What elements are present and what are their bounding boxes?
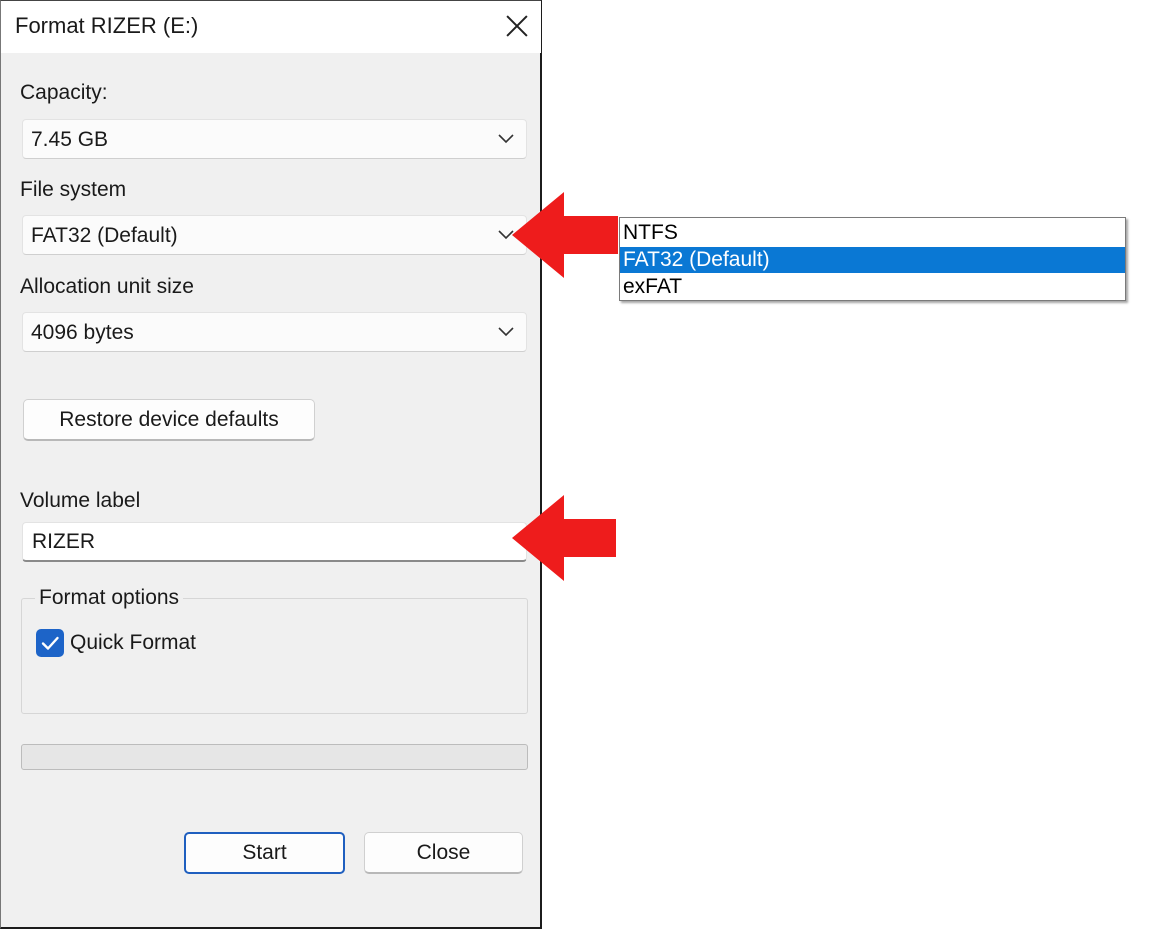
red-arrow-annotation-icon — [512, 495, 616, 581]
allocation-unit-select[interactable]: 4096 bytes — [22, 312, 527, 352]
checkmark-icon — [41, 636, 59, 650]
start-button-label: Start — [242, 841, 287, 864]
format-progress-bar — [21, 744, 528, 770]
title-bar: Format RIZER (E:) — [1, 1, 541, 53]
start-button[interactable]: Start — [184, 832, 345, 874]
capacity-value: 7.45 GB — [31, 128, 109, 151]
file-system-label: File system — [20, 178, 127, 201]
allocation-unit-label: Allocation unit size — [20, 275, 194, 298]
format-options-group — [21, 598, 528, 714]
file-system-select[interactable]: FAT32 (Default) — [22, 215, 527, 255]
volume-label-input[interactable]: RIZER — [22, 522, 527, 562]
allocation-unit-value: 4096 bytes — [31, 321, 134, 344]
close-button[interactable]: Close — [364, 832, 523, 874]
capacity-select[interactable]: 7.45 GB — [22, 119, 527, 159]
red-arrow-annotation-icon — [512, 192, 618, 278]
window-title: Format RIZER (E:) — [15, 13, 199, 38]
restore-device-defaults-button[interactable]: Restore device defaults — [23, 399, 315, 441]
capacity-label-text: Capacity: — [20, 81, 108, 104]
capacity-label: Capacity: — [20, 81, 108, 105]
quick-format-checkbox[interactable] — [36, 629, 64, 657]
close-button-label: Close — [416, 840, 471, 864]
quick-format-label[interactable]: Quick Format — [70, 631, 196, 655]
format-dialog: Format RIZER (E:) Capacity: 7.45 GB File… — [0, 0, 542, 929]
dropdown-option-ntfs[interactable]: NTFS — [620, 220, 1125, 246]
close-icon[interactable] — [503, 11, 531, 39]
dropdown-option-fat32[interactable]: FAT32 (Default) — [620, 247, 1125, 273]
chevron-down-icon — [498, 130, 514, 146]
chevron-down-icon — [498, 323, 514, 339]
file-system-value: FAT32 (Default) — [31, 224, 178, 247]
file-system-dropdown-list: NTFS FAT32 (Default) exFAT — [619, 217, 1126, 301]
restore-device-defaults-label: Restore device defaults — [59, 407, 279, 431]
dropdown-option-exfat[interactable]: exFAT — [620, 274, 1125, 300]
format-options-title: Format options — [35, 586, 184, 610]
volume-label-label: Volume label — [20, 489, 141, 512]
volume-label-value: RIZER — [32, 530, 95, 553]
